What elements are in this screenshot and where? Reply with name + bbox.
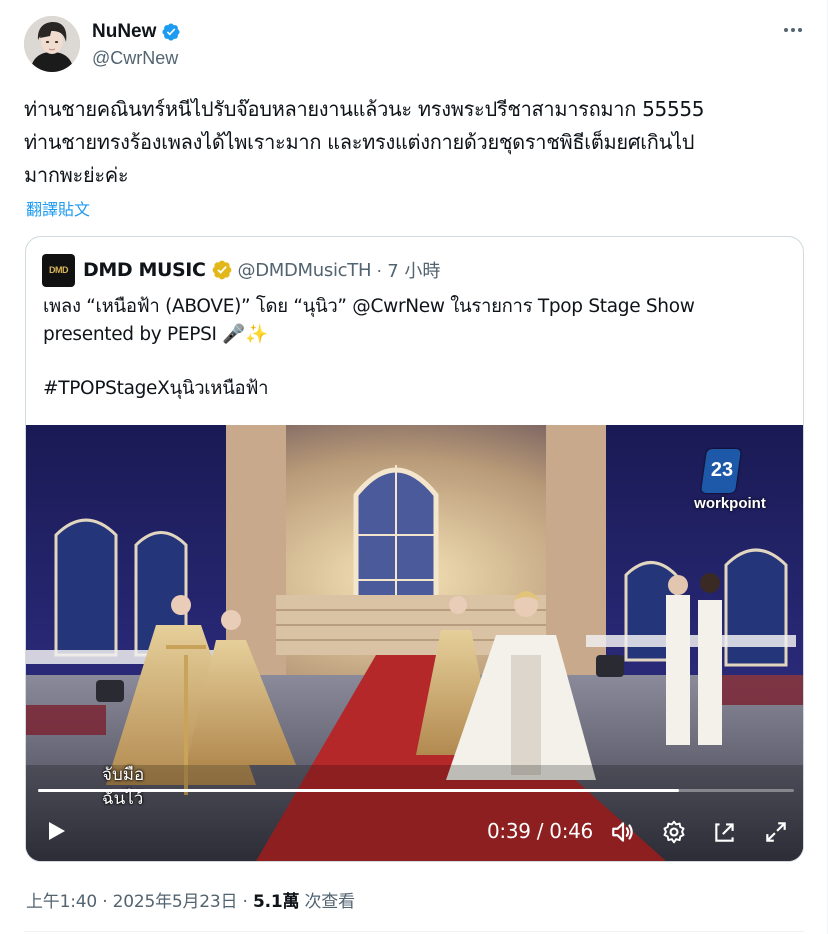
video-player[interactable]: 23 workpoint จับมือ ฉันไว้ 0:39 / 0:46 [26, 425, 803, 861]
quoted-tweet-card[interactable]: DMD DMD MUSIC @DMDMusicTH · 7 小時 เพลง “เ… [25, 236, 804, 862]
tweet-text-line: มากพะย่ะค่ะ [24, 163, 129, 187]
avatar-image [24, 16, 80, 72]
verified-badge-icon [212, 260, 231, 280]
quoted-author-logo-text: DMD [49, 264, 69, 275]
subtitle-line: จับมือ [102, 765, 145, 785]
view-count-label: 次查看 [299, 892, 355, 912]
avatar[interactable] [24, 16, 80, 72]
tweet-time[interactable]: 上午1:40 [26, 892, 97, 912]
quoted-author-name[interactable]: DMD MUSIC [83, 259, 206, 281]
tweet-date[interactable]: 2025年5月23日 [113, 892, 238, 912]
quoted-tweet-header: DMD DMD MUSIC @DMDMusicTH · 7 小時 [42, 253, 440, 287]
video-timecode: 0:39 / 0:46 [487, 819, 593, 843]
quoted-timestamp[interactable]: 7 小時 [387, 257, 440, 283]
quoted-author-handle[interactable]: @DMDMusicTH [238, 260, 372, 281]
tweet-text-line: ท่านชายคณินทร์หนีไปรับจ๊อบหลายงานแล้วนะ … [24, 97, 705, 121]
quoted-hashtag[interactable]: #TPOPStageXนุนิวเหนือฟ้า [43, 375, 793, 403]
quoted-text-line: เพลง “เหนือฟ้า (ABOVE)” โดย “นุนิว” @Cwr… [43, 296, 695, 317]
tweet-header: NuNew @CwrNew [24, 16, 808, 76]
quoted-text-line: presented by PEPSI 🎤✨ [43, 324, 268, 345]
author-handle[interactable]: @CwrNew [92, 45, 181, 71]
tweet-text: ท่านชายคณินทร์หนีไปรับจ๊อบหลายงานแล้วนะ … [24, 93, 808, 192]
more-options-icon[interactable] [780, 20, 806, 40]
meta-separator: · [96, 892, 113, 912]
channel-logo: 23 workpoint [680, 449, 780, 519]
fullscreen-icon[interactable] [763, 819, 789, 845]
translate-post-link[interactable]: 翻譯貼文 [26, 196, 90, 220]
volume-icon[interactable] [610, 819, 636, 845]
video-controls: 0:39 / 0:46 [26, 805, 803, 855]
divider [24, 931, 804, 932]
video-subtitle: จับมือ ฉันไว้ [102, 763, 144, 811]
quoted-author-avatar[interactable]: DMD [42, 253, 75, 287]
settings-icon[interactable] [661, 819, 687, 845]
view-count: 5.1萬 [252, 892, 300, 912]
tweet-text-line: ท่านชายทรงร้องเพลงได้ไพเราะมาก และทรงแต่… [24, 130, 695, 154]
pip-icon[interactable] [712, 819, 738, 845]
play-icon[interactable] [44, 819, 68, 843]
meta-separator: · [237, 892, 253, 912]
video-progress-bar[interactable] [38, 789, 794, 792]
author-display-name[interactable]: NuNew [92, 20, 156, 44]
verified-badge-icon[interactable] [161, 22, 181, 42]
tweet-meta: 上午1:40 · 2025年5月23日 · 5.1萬 次查看 [26, 887, 355, 912]
video-progress-fill [38, 789, 680, 792]
quoted-separator: · [376, 259, 383, 280]
channel-number: 23 [710, 459, 734, 481]
quoted-tweet-text: เพลง “เหนือฟ้า (ABOVE)” โดย “นุนิว” @Cwr… [43, 293, 793, 403]
channel-name: workpoint [694, 495, 766, 512]
author-names: NuNew @CwrNew [92, 20, 181, 71]
